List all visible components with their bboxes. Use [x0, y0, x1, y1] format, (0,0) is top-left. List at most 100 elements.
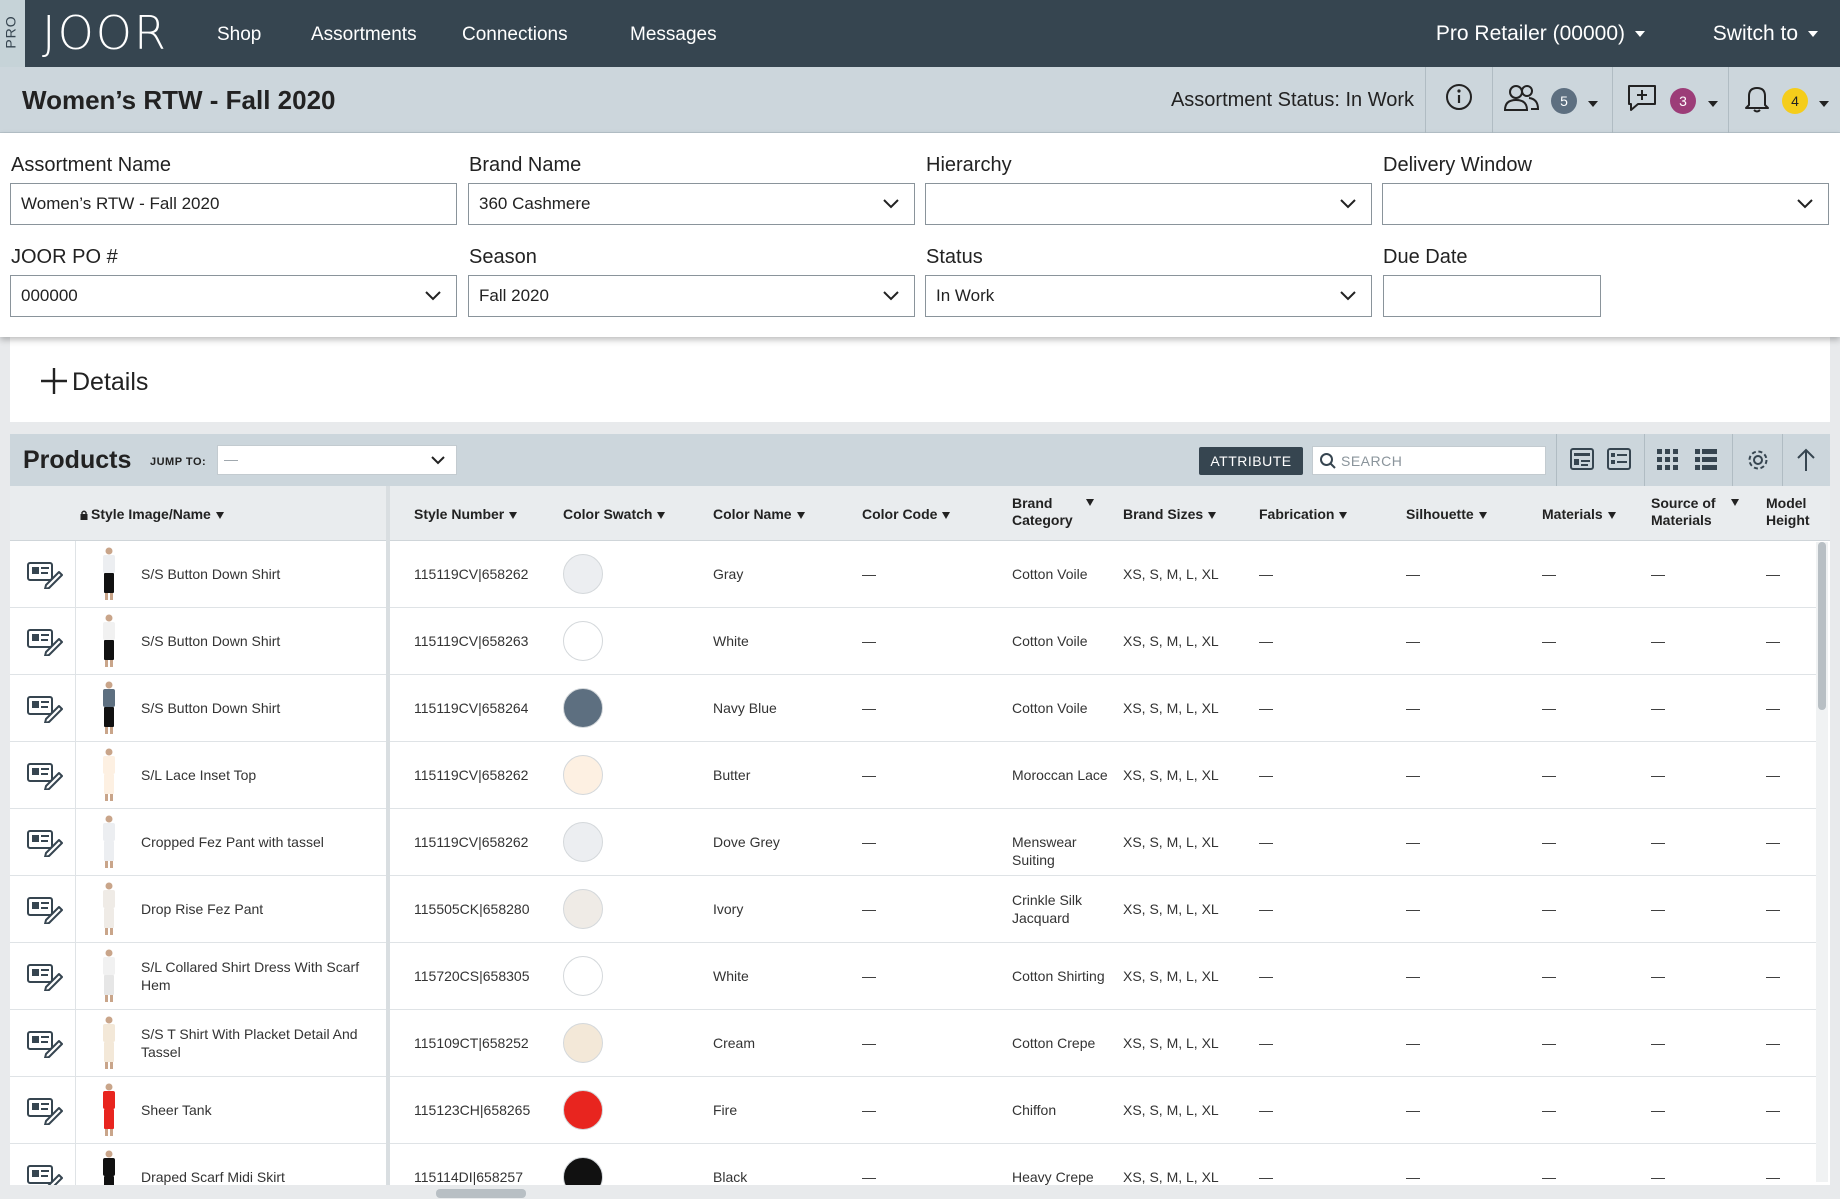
table-row[interactable]: S/S Button Down Shirt 115119CV|658263 Wh… — [10, 608, 1820, 675]
attribute-button[interactable]: ATTRIBUTE — [1199, 447, 1303, 475]
style-thumbnail[interactable] — [92, 880, 126, 938]
style-thumbnail[interactable] — [92, 1081, 126, 1139]
style-name[interactable]: S/L Lace Inset Top — [141, 766, 381, 784]
column-model-height[interactable]: Model Height — [1766, 495, 1810, 529]
table-row[interactable]: S/S Button Down Shirt 115119CV|658264 Na… — [10, 675, 1820, 742]
list-view-icon[interactable] — [1694, 447, 1718, 471]
edit-style-icon[interactable] — [26, 1030, 64, 1058]
style-name[interactable]: S/S Button Down Shirt — [141, 699, 381, 717]
style-thumbnail[interactable] — [92, 813, 126, 871]
gear-icon[interactable] — [1745, 447, 1771, 473]
delivery-window-select[interactable] — [1382, 183, 1829, 225]
table-row[interactable]: Draped Scarf Midi Skirt 115114DI|658257 … — [10, 1144, 1820, 1185]
product-search-input[interactable]: SEARCH — [1312, 446, 1546, 475]
vertical-scrollbar[interactable] — [1816, 542, 1828, 1182]
hierarchy-select[interactable] — [925, 183, 1372, 225]
style-name[interactable]: Drop Rise Fez Pant — [141, 900, 381, 918]
table-row[interactable]: Sheer Tank 115123CH|658265 Fire — Chiffo… — [10, 1077, 1820, 1144]
style-thumbnail[interactable] — [92, 612, 126, 670]
due-date-input[interactable] — [1383, 275, 1601, 317]
horizontal-scrollbar[interactable] — [0, 1185, 1840, 1199]
table-row[interactable]: S/S T Shirt With Placket Detail And Tass… — [10, 1010, 1820, 1077]
edit-style-icon[interactable] — [26, 963, 64, 991]
nav-connections[interactable]: Connections — [462, 24, 568, 46]
joor-logo[interactable]: JOOR — [42, 6, 168, 60]
edit-style-icon[interactable] — [26, 561, 64, 589]
column-brand-category[interactable]: Brand Category — [1012, 495, 1094, 529]
column-color-name[interactable]: Color Name — [713, 506, 805, 523]
style-name[interactable]: Draped Scarf Midi Skirt — [141, 1168, 381, 1185]
style-name[interactable]: S/S Button Down Shirt — [141, 632, 381, 650]
edit-style-icon[interactable] — [26, 695, 64, 723]
style-name[interactable]: Sheer Tank — [141, 1101, 381, 1119]
caret-down-icon[interactable] — [1819, 95, 1829, 113]
table-row[interactable]: Drop Rise Fez Pant 115505CK|658280 Ivory… — [10, 876, 1820, 943]
table-row[interactable]: S/L Lace Inset Top 115119CV|658262 Butte… — [10, 742, 1820, 809]
column-style-image[interactable]: Style Image/Name — [80, 506, 224, 523]
jump-to-select[interactable]: — — [217, 445, 457, 475]
style-name[interactable]: Cropped Fez Pant with tassel — [141, 833, 381, 851]
vertical-scroll-thumb[interactable] — [1818, 542, 1826, 710]
edit-style-icon[interactable] — [26, 1164, 64, 1185]
pro-tab[interactable]: PRO — [0, 0, 25, 67]
edit-style-icon[interactable] — [26, 1097, 64, 1125]
horizontal-scroll-thumb[interactable] — [436, 1189, 526, 1198]
table-row[interactable]: S/S Button Down Shirt 115119CV|658262 Gr… — [10, 541, 1820, 608]
style-thumbnail[interactable] — [92, 679, 126, 737]
style-name[interactable]: S/S Button Down Shirt — [141, 565, 381, 583]
grid-view-icon[interactable] — [1656, 447, 1680, 471]
edit-style-icon[interactable] — [26, 762, 64, 790]
filter-icon[interactable] — [1731, 499, 1739, 506]
column-fabrication[interactable]: Fabrication — [1259, 506, 1348, 523]
comment-add-icon[interactable] — [1626, 83, 1658, 118]
column-style-number[interactable]: Style Number — [414, 506, 518, 523]
table-row[interactable]: S/L Collared Shirt Dress With Scarf Hem … — [10, 943, 1820, 1010]
detail-list-icon[interactable] — [1606, 446, 1632, 472]
table-row[interactable]: Cropped Fez Pant with tassel 115119CV|65… — [10, 809, 1820, 876]
column-source-of-materials[interactable]: Source of Materials — [1651, 495, 1739, 529]
filter-icon[interactable] — [942, 511, 951, 519]
style-name[interactable]: S/S T Shirt With Placket Detail And Tass… — [141, 1025, 381, 1061]
column-color-code[interactable]: Color Code — [862, 506, 951, 523]
style-thumbnail[interactable] — [92, 746, 126, 804]
edit-style-icon[interactable] — [26, 829, 64, 857]
style-thumbnail[interactable] — [92, 1148, 126, 1185]
filter-icon[interactable] — [509, 511, 518, 519]
retailer-dropdown[interactable]: Pro Retailer (00000) — [1436, 22, 1645, 46]
season-select[interactable]: Fall 2020 — [468, 275, 915, 317]
nav-assortments[interactable]: Assortments — [311, 24, 417, 46]
arrow-up-icon[interactable] — [1795, 447, 1817, 473]
details-section[interactable]: Details — [10, 337, 1830, 422]
filter-icon[interactable] — [796, 511, 805, 519]
edit-style-icon[interactable] — [26, 628, 64, 656]
status-select[interactable]: In Work — [925, 275, 1372, 317]
switch-to-dropdown[interactable]: Switch to — [1713, 22, 1818, 46]
caret-down-icon[interactable] — [1708, 95, 1718, 113]
column-brand-sizes[interactable]: Brand Sizes — [1123, 506, 1217, 523]
column-materials[interactable]: Materials — [1542, 506, 1616, 523]
filter-icon[interactable] — [657, 511, 666, 519]
column-silhouette[interactable]: Silhouette — [1406, 506, 1487, 523]
card-view-icon[interactable] — [1569, 446, 1595, 472]
nav-shop[interactable]: Shop — [217, 24, 261, 46]
filter-icon[interactable] — [1208, 511, 1217, 519]
po-select[interactable]: 000000 — [10, 275, 457, 317]
brand-name-select[interactable]: 360 Cashmere — [468, 183, 915, 225]
caret-down-icon[interactable] — [1588, 95, 1598, 113]
filter-icon[interactable] — [1339, 511, 1348, 519]
filter-icon[interactable] — [1607, 511, 1616, 519]
edit-style-icon[interactable] — [26, 896, 64, 924]
bell-icon[interactable] — [1743, 83, 1771, 118]
filter-icon[interactable] — [1478, 511, 1487, 519]
users-icon[interactable] — [1502, 83, 1540, 118]
filter-icon[interactable] — [1086, 499, 1094, 506]
style-thumbnail[interactable] — [92, 1014, 126, 1072]
style-thumbnail[interactable] — [92, 947, 126, 1005]
info-icon[interactable] — [1445, 83, 1473, 116]
nav-messages[interactable]: Messages — [630, 24, 717, 46]
assortment-name-input[interactable]: Women’s RTW - Fall 2020 — [10, 183, 457, 225]
style-name[interactable]: S/L Collared Shirt Dress With Scarf Hem — [141, 958, 381, 994]
column-color-swatch[interactable]: Color Swatch — [563, 506, 666, 523]
filter-icon[interactable] — [215, 511, 224, 519]
style-thumbnail[interactable] — [92, 545, 126, 603]
